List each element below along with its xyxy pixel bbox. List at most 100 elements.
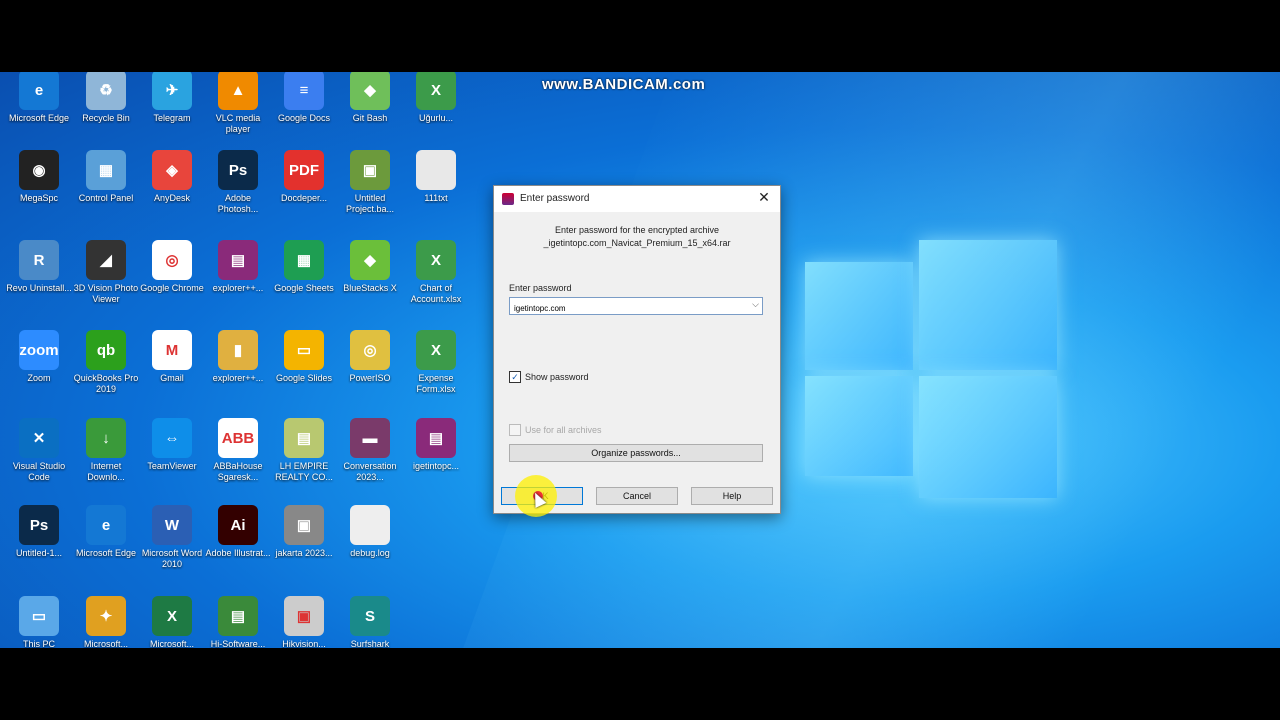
desktop-shortcut-label: Microsoft... <box>149 639 194 648</box>
desktop-shortcut[interactable]: ▤ LH EMPIRE REALTY CO... <box>271 418 337 483</box>
megaspc-icon: ◉ <box>19 150 59 190</box>
app-icon: ABB <box>218 418 258 458</box>
password-combobox[interactable]: ⌵ <box>509 297 763 317</box>
desktop-shortcut-label: TeamViewer <box>147 461 197 471</box>
cancel-button[interactable]: Cancel <box>596 487 678 505</box>
desktop-shortcut[interactable]: ▤ explorer++... <box>205 240 271 294</box>
vlc-icon: ▲ <box>218 72 258 110</box>
desktop-shortcut[interactable]: X Uğurlu... <box>403 72 469 124</box>
desktop-shortcut-label: Google Slides <box>275 373 333 383</box>
desktop-shortcut[interactable]: ◉ MegaSpc <box>6 150 72 204</box>
desktop-shortcut[interactable]: ▤ igetintopc... <box>403 418 469 472</box>
desktop-shortcut-label: 111txt <box>424 193 448 203</box>
control-panel-icon: ▦ <box>86 150 126 190</box>
desktop-shortcut[interactable]: X Expense Form.xlsx <box>403 330 469 395</box>
desktop-shortcut[interactable]: ▲ VLC media player <box>205 72 271 135</box>
excel-file-icon: X <box>416 72 456 110</box>
desktop-shortcut[interactable]: ▮ explorer++... <box>205 330 271 384</box>
excel-file-icon: X <box>416 240 456 280</box>
desktop-shortcut[interactable]: PDF Docdeper... <box>271 150 337 204</box>
checkbox-unchecked <box>509 424 521 436</box>
desktop-shortcut[interactable]: ✕ Visual Studio Code <box>6 418 72 483</box>
desktop-shortcut[interactable]: e Microsoft Edge <box>73 505 139 559</box>
desktop-shortcut[interactable]: X Microsoft... <box>139 596 205 648</box>
revo-uninstaller-icon: R <box>19 240 59 280</box>
3d-vision-icon: ◢ <box>86 240 126 280</box>
desktop-shortcut[interactable]: qb QuickBooks Pro 2019 <box>73 330 139 395</box>
desktop-shortcut[interactable]: Ps Untitled-1... <box>6 505 72 559</box>
password-input[interactable] <box>510 300 743 317</box>
desktop-shortcut-label: Surfshark <box>350 639 390 648</box>
desktop-shortcut-label: jakarta 2023... <box>275 548 333 558</box>
desktop-shortcut[interactable]: ◆ Git Bash <box>337 72 403 124</box>
desktop-shortcut[interactable]: e Microsoft Edge <box>6 72 72 124</box>
use-for-all-archives-checkbox: Use for all archives <box>509 424 602 436</box>
desktop-shortcut-label: explorer++... <box>212 283 264 293</box>
desktop-shortcut[interactable]: ▬ Conversation 2023... <box>337 418 403 483</box>
desktop-shortcut[interactable]: Ps Adobe Photosh... <box>205 150 271 215</box>
desktop-shortcut-label: Docdeper... <box>280 193 328 203</box>
desktop-shortcut[interactable]: zoom Zoom <box>6 330 72 384</box>
desktop-shortcut[interactable]: ◈ AnyDesk <box>139 150 205 204</box>
desktop-shortcut[interactable]: ▣ Untitled Project.ba... <box>337 150 403 215</box>
desktop-shortcut[interactable]: X Chart of Account.xlsx <box>403 240 469 305</box>
spreadsheet-icon: ▤ <box>284 418 324 458</box>
desktop-shortcut[interactable]: ▦ Control Panel <box>73 150 139 204</box>
desktop-shortcut[interactable]: Ai Adobe Illustrat... <box>205 505 271 559</box>
desktop-shortcut[interactable]: W Microsoft Word 2010 <box>139 505 205 570</box>
desktop-shortcut-label: Visual Studio Code <box>12 461 66 482</box>
desktop-shortcut[interactable]: ▤ Hi-Software... <box>205 596 271 648</box>
chevron-down-icon[interactable]: ⌵ <box>752 299 759 310</box>
desktop-shortcut[interactable]: ≡ Google Docs <box>271 72 337 124</box>
project-icon: ▣ <box>350 150 390 190</box>
checkbox-checked[interactable]: ✓ <box>509 371 521 383</box>
desktop-shortcut[interactable]: ▣ Hikvision... <box>271 596 337 648</box>
desktop-shortcut[interactable]: ABB ABBaHouse Sgaresk... <box>205 418 271 483</box>
google-sheets-icon: ▦ <box>284 240 324 280</box>
desktop-shortcut-label: Hi-Software... <box>210 639 266 648</box>
app-icon: ▤ <box>218 596 258 636</box>
desktop-shortcut[interactable]: ▭ This PC <box>6 596 72 648</box>
desktop-shortcut-label: MegaSpc <box>19 193 59 203</box>
desktop-shortcut-label: Microsoft Edge <box>75 548 137 558</box>
video-file-icon: ▬ <box>350 418 390 458</box>
dialog-titlebar[interactable]: Enter password ✕ <box>494 186 780 212</box>
google-slides-icon: ▭ <box>284 330 324 370</box>
desktop-shortcut[interactable]: ♻ Recycle Bin <box>73 72 139 124</box>
desktop-shortcut[interactable]: 111txt <box>403 150 469 204</box>
desktop-shortcut[interactable]: ◢ 3D Vision Photo Viewer <box>73 240 139 305</box>
help-button[interactable]: Help <box>691 487 773 505</box>
dialog-title: Enter password <box>520 193 590 204</box>
desktop-shortcut-label: Adobe Photosh... <box>217 193 259 214</box>
desktop-shortcut[interactable]: ✈ Telegram <box>139 72 205 124</box>
desktop-shortcut[interactable]: ↓ Internet Downlo... <box>73 418 139 483</box>
desktop-shortcut[interactable]: ◎ Google Chrome <box>139 240 205 294</box>
desktop-shortcut-label: This PC <box>22 639 55 648</box>
desktop-shortcut[interactable]: ▭ Google Slides <box>271 330 337 384</box>
desktop-shortcut-label: Google Chrome <box>140 283 204 293</box>
organize-passwords-button[interactable]: Organize passwords... <box>509 444 763 462</box>
desktop-shortcut-label: Microsoft... <box>83 639 128 648</box>
desktop-shortcut-label: Telegram <box>153 113 191 123</box>
desktop-shortcut-label: Google Docs <box>277 113 331 123</box>
zoom-icon: zoom <box>19 330 59 370</box>
desktop-shortcut-label: Zoom <box>27 373 51 383</box>
desktop-shortcut[interactable]: ◎ PowerISO <box>337 330 403 384</box>
idm-icon: ↓ <box>86 418 126 458</box>
desktop-shortcut[interactable]: ▣ jakarta 2023... <box>271 505 337 559</box>
show-password-checkbox[interactable]: ✓ Show password <box>509 371 589 383</box>
desktop-shortcut[interactable]: R Revo Uninstall... <box>6 240 72 294</box>
desktop-shortcut-label: Microsoft Edge <box>8 113 70 123</box>
desktop-shortcut[interactable]: M Gmail <box>139 330 205 384</box>
close-button[interactable]: ✕ <box>756 189 772 206</box>
desktop-shortcut[interactable]: S Surfshark <box>337 596 403 648</box>
desktop-shortcut[interactable]: ▦ Google Sheets <box>271 240 337 294</box>
desktop-shortcut[interactable]: ◆ BlueStacks X <box>337 240 403 294</box>
desktop-shortcut[interactable]: ⇔ TeamViewer <box>139 418 205 472</box>
vscode-icon: ✕ <box>19 418 59 458</box>
desktop-shortcut[interactable]: debug.log <box>337 505 403 559</box>
app-icon: ✦ <box>86 596 126 636</box>
desktop-shortcut-label: Google Sheets <box>274 283 334 293</box>
desktop-shortcut[interactable]: ✦ Microsoft... <box>73 596 139 648</box>
desktop-shortcut-label: Uğurlu... <box>418 113 453 123</box>
